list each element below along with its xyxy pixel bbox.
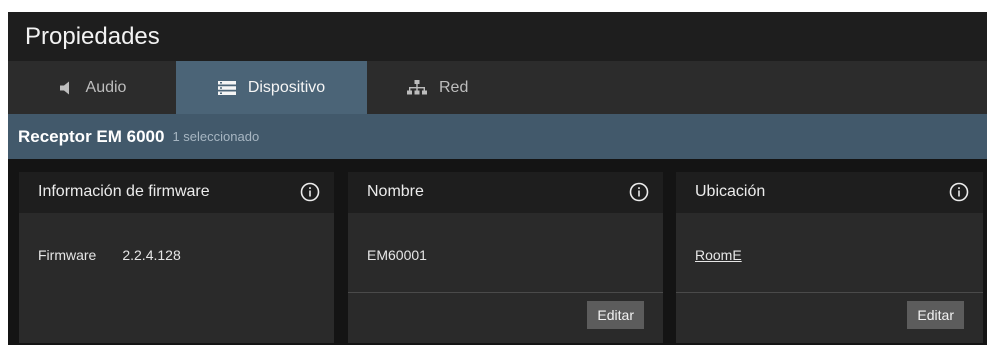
selected-device-name: Receptor EM 6000 xyxy=(18,126,165,146)
tab-audio[interactable]: Audio xyxy=(8,61,176,114)
firmware-row: Firmware 2.2.4.128 xyxy=(38,247,181,263)
firmware-label: Firmware xyxy=(38,247,97,263)
tab-bar: Audio Dispositivo Red xyxy=(8,61,987,114)
firmware-card-title: Información de firmware xyxy=(38,183,210,200)
tab-audio-label: Audio xyxy=(85,78,127,96)
tab-red-label: Red xyxy=(439,78,469,96)
info-icon[interactable] xyxy=(300,182,320,202)
device-name-value: EM60001 xyxy=(367,247,427,263)
name-card: Nombre EM60001 Editar xyxy=(348,172,663,343)
firmware-version: 2.2.4.128 xyxy=(122,247,181,263)
network-icon xyxy=(407,79,427,96)
location-row: RoomE xyxy=(695,247,742,263)
info-icon[interactable] xyxy=(949,182,969,202)
name-card-title: Nombre xyxy=(367,183,424,200)
card-divider xyxy=(348,292,663,293)
location-card-header: Ubicación xyxy=(676,172,983,213)
card-divider xyxy=(676,292,983,293)
location-card: Ubicación RoomE Editar xyxy=(676,172,983,343)
location-link[interactable]: RoomE xyxy=(695,247,742,263)
tab-dispositivo[interactable]: Dispositivo xyxy=(176,61,367,114)
firmware-card: Información de firmware Firmware 2.2.4.12… xyxy=(19,172,334,343)
edit-location-button[interactable]: Editar xyxy=(907,301,964,329)
firmware-card-header: Información de firmware xyxy=(19,172,334,213)
selection-count: 1 seleccionado xyxy=(172,129,260,144)
selection-bar: Receptor EM 6000 1 seleccionado xyxy=(8,114,987,159)
device-list-icon xyxy=(217,80,236,95)
speaker-icon xyxy=(58,80,74,96)
panel-header: Propiedades xyxy=(8,12,987,61)
tab-red[interactable]: Red xyxy=(367,61,517,114)
tab-dispositivo-label: Dispositivo xyxy=(247,78,326,96)
name-card-header: Nombre xyxy=(348,172,663,213)
edit-name-button[interactable]: Editar xyxy=(587,301,644,329)
panel-title: Propiedades xyxy=(25,23,160,50)
info-icon[interactable] xyxy=(629,182,649,202)
location-card-title: Ubicación xyxy=(695,183,766,200)
properties-panel: Propiedades Audio Dispositivo Red Recept… xyxy=(8,12,987,345)
